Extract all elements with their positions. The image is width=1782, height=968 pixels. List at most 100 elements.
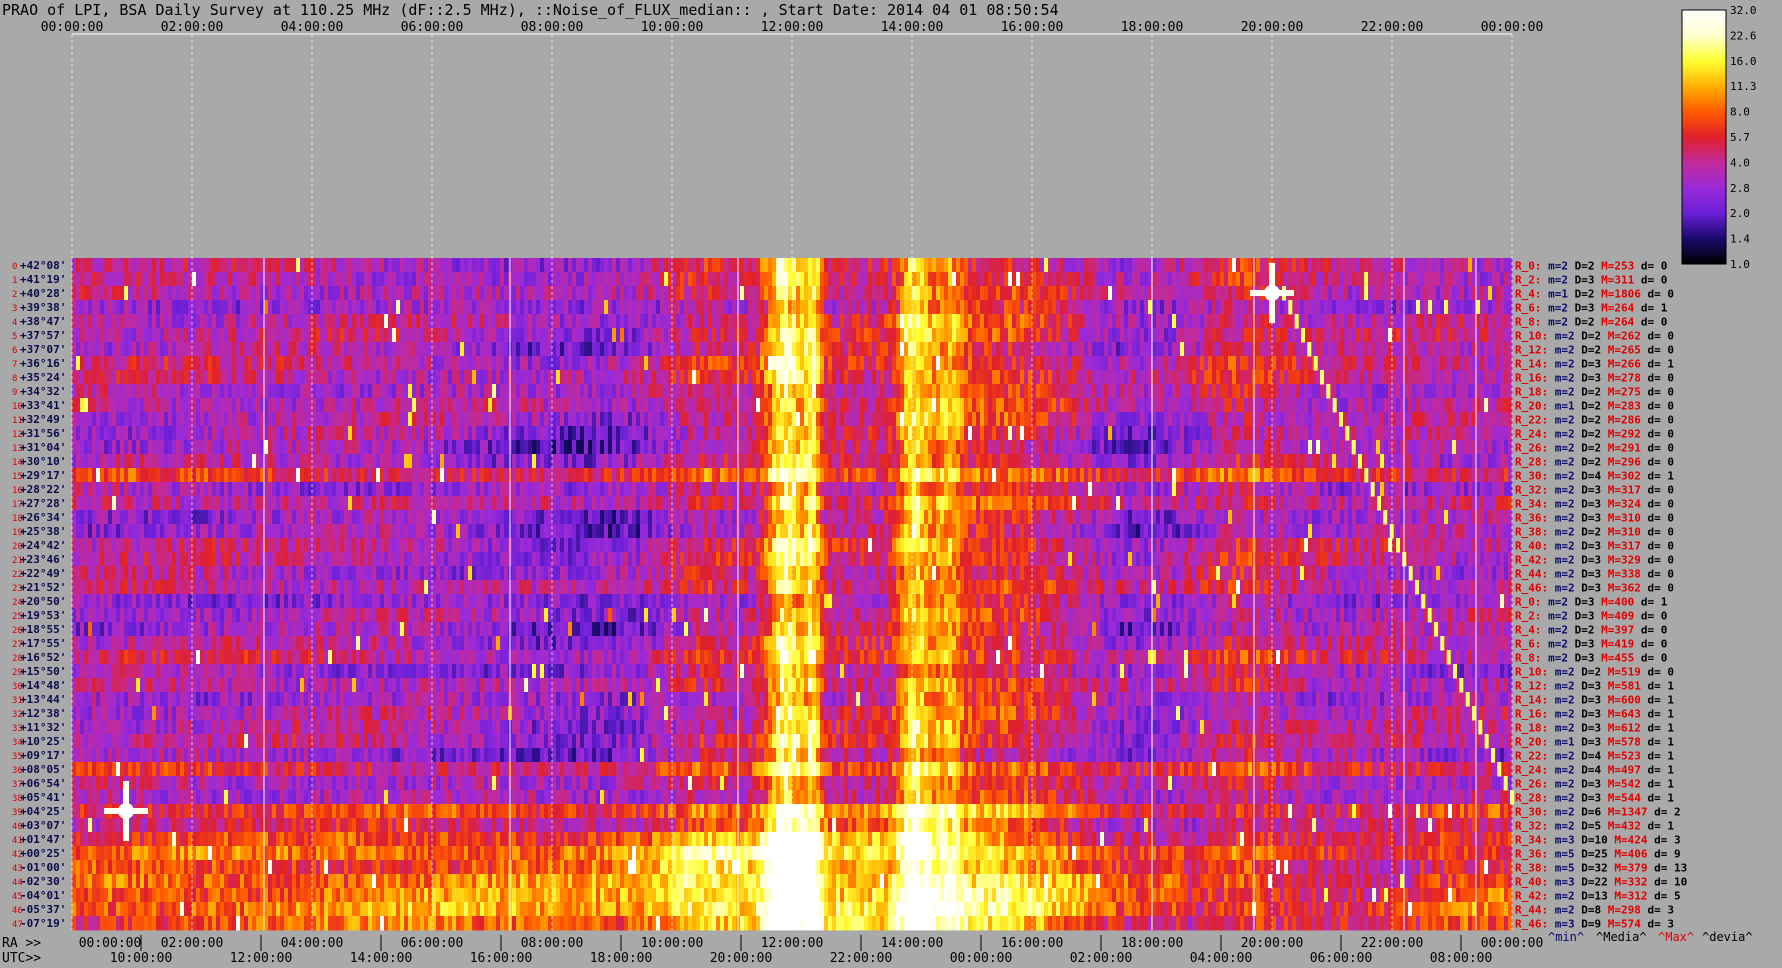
heatmap-cell bbox=[248, 328, 253, 343]
heatmap-cell bbox=[1384, 440, 1389, 455]
heatmap-cell bbox=[752, 272, 757, 287]
heatmap-cell bbox=[1164, 314, 1169, 329]
heatmap-cell bbox=[1184, 440, 1189, 455]
heatmap-cell bbox=[1228, 342, 1233, 357]
heatmap-cell bbox=[1412, 426, 1417, 441]
heatmap-cell bbox=[588, 314, 593, 329]
heatmap-cell bbox=[1208, 258, 1213, 273]
heatmap-cell bbox=[1060, 258, 1065, 273]
heatmap-cell bbox=[696, 398, 701, 413]
heatmap-cell bbox=[596, 384, 601, 399]
heatmap-cell bbox=[332, 286, 341, 301]
heatmap-cell bbox=[1136, 328, 1141, 343]
heatmap-cell bbox=[580, 258, 585, 273]
heatmap-cell bbox=[752, 356, 757, 371]
heatmap-cell bbox=[1288, 356, 1293, 371]
heatmap-cell bbox=[124, 300, 129, 315]
heatmap-cell bbox=[896, 300, 901, 315]
heatmap-cell bbox=[468, 440, 473, 455]
heatmap-cell bbox=[876, 314, 881, 329]
heatmap-cell bbox=[972, 342, 977, 357]
heatmap-cell bbox=[572, 426, 577, 441]
heatmap-cell bbox=[1068, 412, 1073, 427]
heatmap-cell bbox=[1308, 314, 1313, 329]
heatmap-cell bbox=[524, 426, 529, 441]
heatmap-cell bbox=[1276, 258, 1281, 273]
heatmap-plot-area[interactable] bbox=[72, 258, 1514, 931]
heatmap-cell bbox=[948, 412, 953, 427]
heatmap-cell bbox=[336, 328, 341, 343]
heatmap-cell bbox=[924, 272, 929, 287]
heatmap-cell bbox=[1412, 440, 1417, 455]
heatmap-cell bbox=[712, 342, 717, 357]
heatmap-cell bbox=[124, 426, 129, 441]
heatmap-cell bbox=[144, 356, 149, 371]
heatmap-cell bbox=[624, 384, 629, 399]
heatmap-cell bbox=[868, 258, 873, 273]
heatmap-cell bbox=[352, 300, 357, 315]
heatmap-cell bbox=[1436, 412, 1441, 427]
heatmap-cell bbox=[1168, 328, 1173, 343]
heatmap-cell bbox=[1444, 272, 1449, 287]
heatmap-cell bbox=[1336, 426, 1341, 441]
heatmap-cell bbox=[952, 370, 957, 385]
heatmap-cell bbox=[944, 440, 949, 455]
heatmap-cell bbox=[412, 440, 417, 455]
heatmap-cell bbox=[220, 440, 225, 455]
heatmap-cell bbox=[876, 300, 881, 315]
heatmap-cell bbox=[240, 342, 245, 357]
heatmap-cell bbox=[840, 286, 845, 301]
heatmap-cell bbox=[656, 258, 661, 273]
heatmap-cell bbox=[1468, 342, 1473, 357]
heatmap-cell bbox=[720, 426, 725, 441]
heatmap-cell bbox=[1332, 342, 1337, 357]
heatmap-cell bbox=[264, 314, 269, 329]
heatmap-cell bbox=[876, 370, 881, 385]
heatmap-cell bbox=[392, 314, 397, 329]
heatmap-cell bbox=[688, 314, 693, 329]
heatmap-cell bbox=[184, 398, 189, 413]
heatmap-cell bbox=[1476, 384, 1481, 399]
heatmap-cell bbox=[316, 412, 321, 427]
heatmap-cell bbox=[1372, 412, 1377, 427]
heatmap-cell bbox=[252, 314, 257, 329]
heatmap-cell bbox=[940, 370, 945, 385]
heatmap-cell bbox=[772, 398, 777, 413]
heatmap-cell bbox=[248, 342, 253, 357]
heatmap-cell bbox=[352, 426, 357, 441]
heatmap-cell bbox=[468, 412, 473, 427]
heatmap-cell bbox=[580, 300, 585, 315]
heatmap-cell bbox=[828, 286, 833, 301]
heatmap-cell bbox=[140, 300, 145, 315]
heatmap-cell bbox=[924, 356, 929, 371]
heatmap-cell bbox=[324, 412, 329, 427]
heatmap-cell bbox=[1084, 356, 1089, 371]
heatmap-cell bbox=[1160, 342, 1165, 357]
heatmap-cell bbox=[764, 258, 769, 273]
heatmap-cell bbox=[1260, 258, 1265, 273]
heatmap-cell bbox=[732, 370, 737, 385]
heatmap-cell bbox=[532, 370, 537, 385]
heatmap-cell bbox=[960, 286, 965, 301]
heatmap-cell bbox=[952, 272, 957, 287]
heatmap-cell bbox=[892, 342, 897, 357]
heatmap-cell bbox=[864, 272, 869, 287]
heatmap-cell bbox=[536, 328, 541, 343]
heatmap-cell bbox=[1060, 398, 1065, 413]
heatmap-cell bbox=[764, 272, 769, 287]
heatmap-cell bbox=[1404, 300, 1409, 315]
heatmap-cell bbox=[156, 398, 161, 413]
heatmap-cell bbox=[328, 356, 333, 371]
heatmap-cell bbox=[76, 356, 81, 371]
heatmap-cell bbox=[200, 342, 205, 357]
heatmap-cell bbox=[1340, 384, 1345, 399]
heatmap-cell bbox=[208, 356, 213, 371]
heatmap-cell bbox=[328, 286, 333, 301]
heatmap-cell bbox=[1308, 286, 1313, 301]
heatmap-cell bbox=[680, 286, 685, 301]
heatmap-cell bbox=[1220, 342, 1225, 357]
heatmap-cell bbox=[1224, 258, 1229, 273]
heatmap-cell bbox=[552, 258, 557, 273]
heatmap-cell bbox=[1196, 258, 1201, 273]
heatmap-cell bbox=[1464, 272, 1469, 287]
